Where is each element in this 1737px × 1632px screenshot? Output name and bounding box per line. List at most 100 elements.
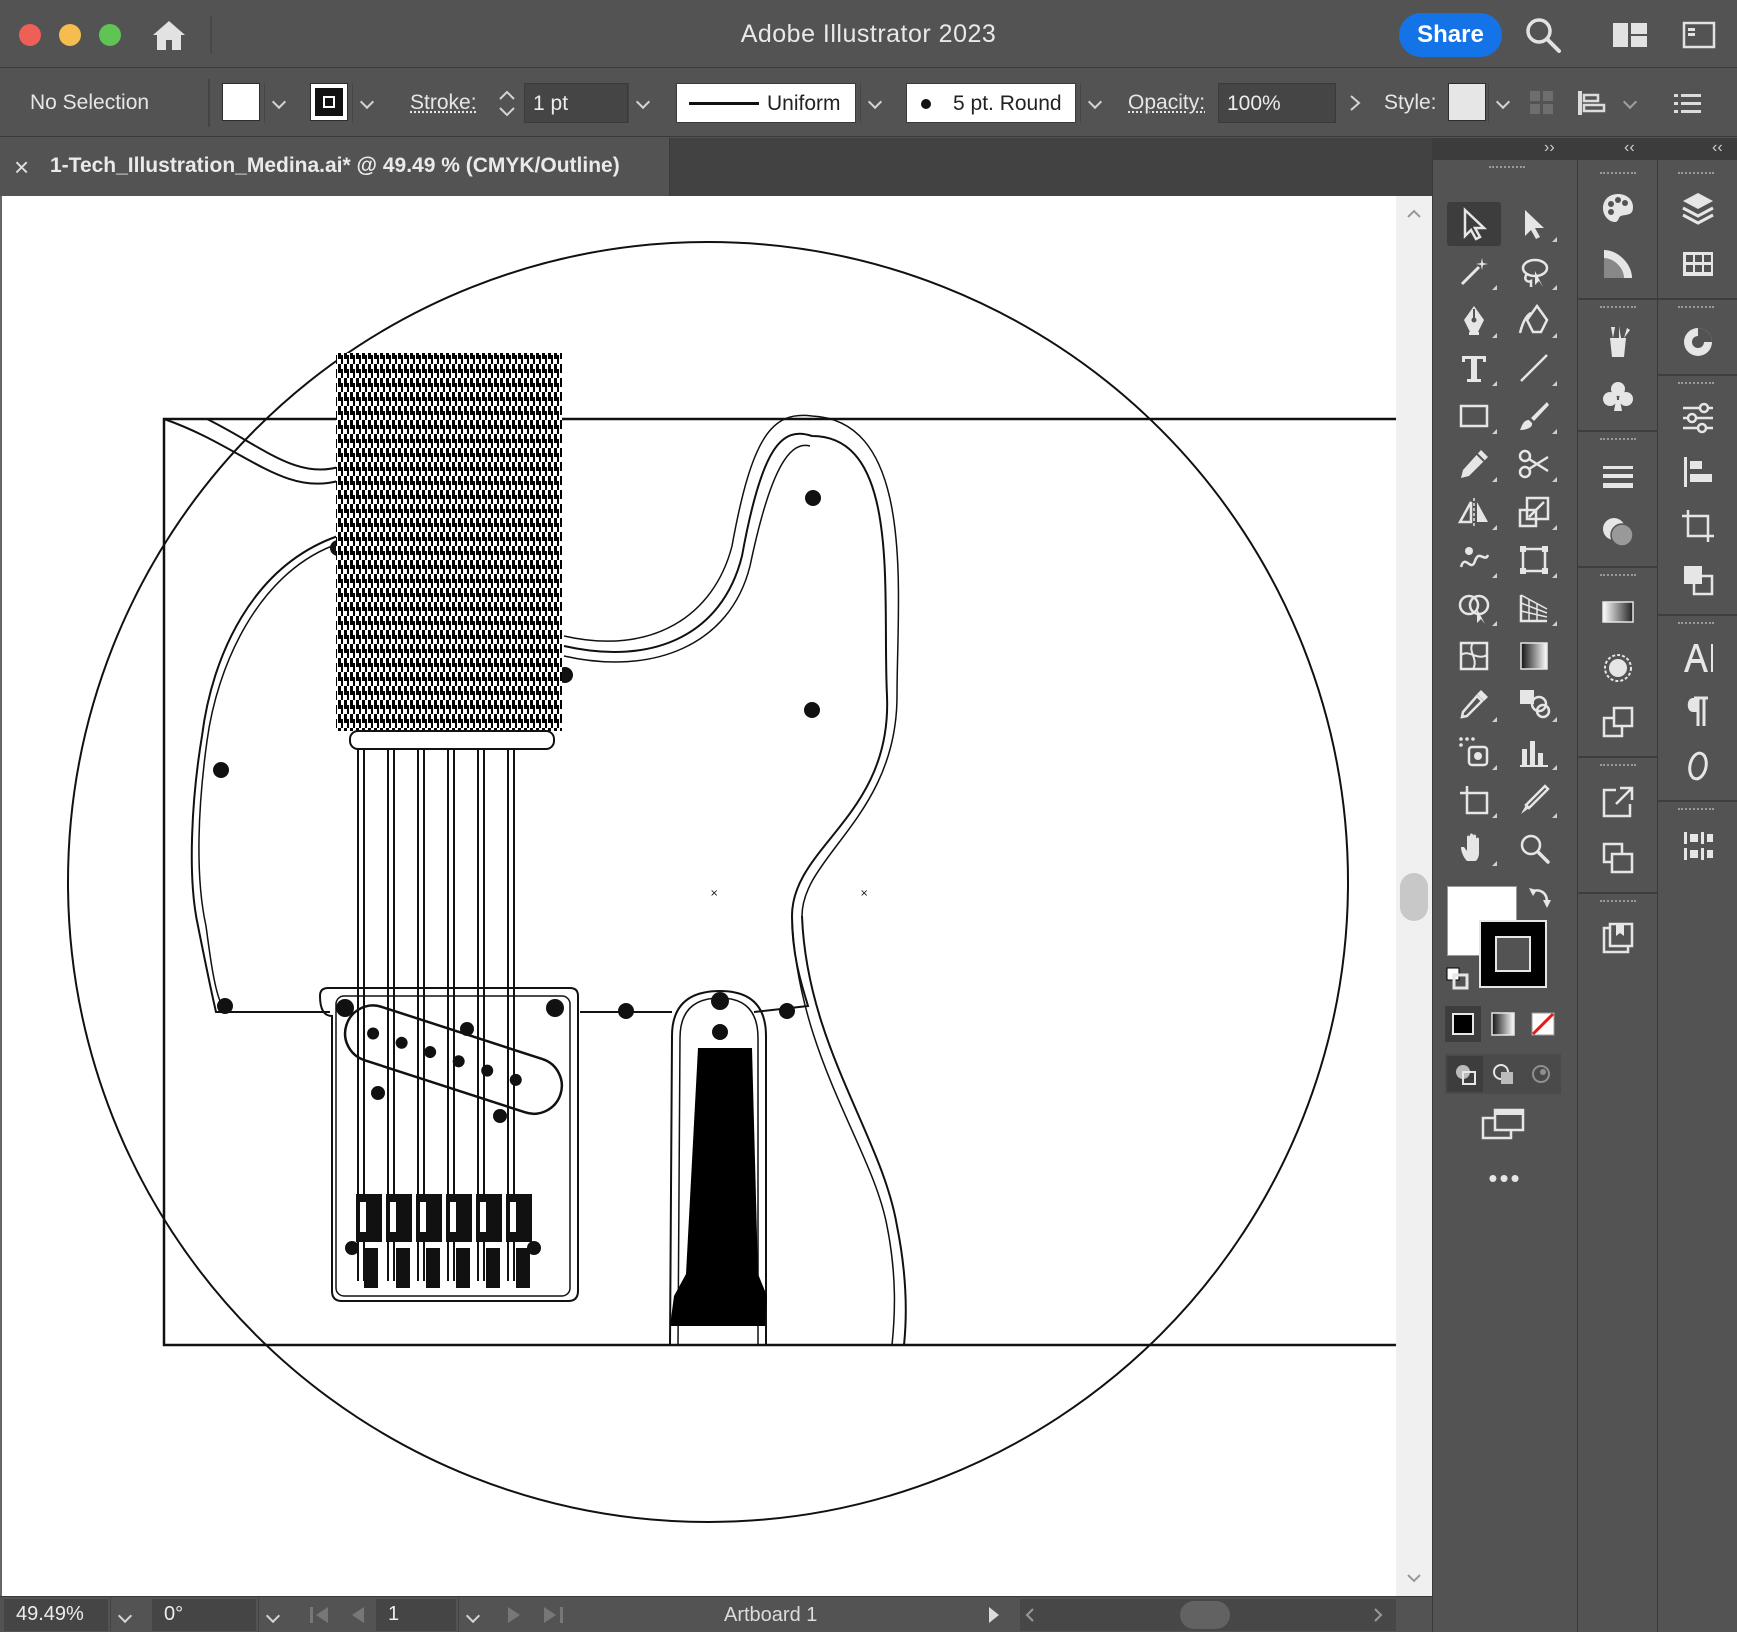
free-transform-tool-icon[interactable] — [1507, 538, 1561, 582]
brush-definition[interactable]: 5 pt. Round — [906, 83, 1076, 123]
draw-behind-icon[interactable] — [1485, 1056, 1521, 1092]
align-panel-icon[interactable] — [1676, 450, 1720, 494]
stroke-dropdown[interactable] — [352, 83, 382, 123]
style-dropdown[interactable] — [1488, 83, 1518, 123]
align-dropdown[interactable] — [1616, 83, 1646, 123]
graphic-style-swatch[interactable] — [1448, 83, 1486, 121]
draw-inside-icon[interactable] — [1523, 1056, 1559, 1092]
fill-dropdown[interactable] — [264, 83, 294, 123]
scissors-tool-icon[interactable] — [1507, 442, 1561, 486]
scroll-up-icon[interactable] — [1405, 208, 1423, 220]
stroke-weight-field[interactable]: 1 pt — [524, 83, 628, 123]
artboards-panel-icon[interactable] — [1596, 836, 1640, 880]
scroll-right-icon[interactable] — [1372, 1607, 1384, 1623]
blend-tool-icon[interactable] — [1507, 682, 1561, 726]
layers-panel-icon[interactable] — [1676, 186, 1720, 230]
pencil-tool-icon[interactable] — [1447, 442, 1501, 486]
direct-selection-tool-icon[interactable] — [1507, 202, 1561, 246]
rectangle-tool-icon[interactable] — [1447, 394, 1501, 438]
vertical-scrollbar[interactable] — [1396, 196, 1432, 1596]
zoom-tool-icon[interactable] — [1507, 826, 1561, 870]
collapse-dock1-icon[interactable]: ‹‹ — [1624, 139, 1635, 157]
gradient-mode-button[interactable] — [1485, 1006, 1521, 1042]
stroke-weight-dropdown[interactable] — [628, 83, 658, 123]
align-to-icon[interactable] — [1576, 87, 1610, 119]
vertical-scroll-thumb[interactable] — [1400, 873, 1428, 921]
status-menu-icon[interactable] — [986, 1605, 1002, 1625]
asset-export-panel-icon[interactable] — [1596, 700, 1640, 744]
zoom-dropdown[interactable] — [110, 1597, 140, 1631]
opacity-label[interactable]: Opacity: — [1128, 91, 1205, 115]
close-tab-icon[interactable]: × — [14, 152, 29, 183]
pathfinder-panel-icon[interactable] — [1676, 558, 1720, 602]
artboard-dropdown[interactable] — [458, 1597, 488, 1631]
shape-builder-tool-icon[interactable] — [1447, 586, 1501, 630]
recolor-icon[interactable] — [1528, 89, 1556, 117]
color-mode-button[interactable] — [1445, 1006, 1481, 1042]
next-last-artboard-icons[interactable] — [500, 1603, 570, 1627]
dock1-grip-5[interactable] — [1600, 764, 1636, 768]
artboard-canvas[interactable]: × × — [0, 196, 1396, 1596]
appearance-panel-icon[interactable] — [1596, 646, 1640, 690]
none-mode-button[interactable] — [1525, 1006, 1561, 1042]
export-panel-icon[interactable] — [1596, 780, 1640, 824]
dock2-grip[interactable] — [1678, 172, 1714, 176]
rotation-field[interactable]: 0° — [152, 1599, 256, 1631]
stroke-label[interactable]: Stroke: — [410, 91, 477, 115]
scroll-down-icon[interactable] — [1405, 1572, 1423, 1584]
horizontal-scroll-thumb[interactable] — [1180, 1601, 1230, 1629]
selection-tool-icon[interactable] — [1447, 202, 1501, 246]
brush-dropdown[interactable] — [1080, 83, 1110, 123]
magic-wand-tool-icon[interactable] — [1447, 250, 1501, 294]
gradient-tool-icon[interactable] — [1507, 634, 1561, 678]
first-previous-artboard-icons[interactable] — [306, 1603, 376, 1627]
dock2-grip-2[interactable] — [1678, 306, 1714, 310]
tools-grip[interactable] — [1489, 166, 1525, 170]
profile-dropdown[interactable] — [860, 83, 890, 123]
default-fill-stroke-icon[interactable] — [1445, 966, 1469, 990]
search-icon[interactable] — [1524, 16, 1562, 54]
dock1-grip[interactable] — [1600, 172, 1636, 176]
paintbrush-tool-icon[interactable] — [1507, 394, 1561, 438]
slice-tool-icon[interactable] — [1507, 778, 1561, 822]
swatches-panel-icon[interactable] — [1676, 242, 1720, 286]
rotation-dropdown[interactable] — [258, 1597, 288, 1631]
line-segment-tool-icon[interactable] — [1507, 346, 1561, 390]
arrange-documents-icon[interactable] — [1612, 20, 1648, 50]
draw-normal-icon[interactable] — [1447, 1056, 1483, 1092]
stroke-swatch[interactable] — [310, 83, 348, 121]
opacity-field[interactable]: 100% — [1218, 83, 1336, 123]
variable-width-profile[interactable]: Uniform — [676, 83, 856, 123]
scroll-left-icon[interactable] — [1024, 1607, 1036, 1623]
eyedropper-tool-icon[interactable] — [1447, 682, 1501, 726]
transparency-panel-icon[interactable] — [1596, 510, 1640, 554]
mesh-tool-icon[interactable] — [1447, 634, 1501, 678]
document-tab[interactable]: × 1-Tech_Illustration_Medina.ai* @ 49.49… — [0, 138, 670, 196]
panel-menu-icon[interactable] — [1672, 91, 1704, 117]
scale-tool-icon[interactable] — [1507, 490, 1561, 534]
artboard-number-field[interactable]: 1 — [376, 1599, 456, 1631]
workspace-panel-icon[interactable] — [1682, 20, 1716, 50]
zoom-field[interactable]: 49.49% — [4, 1599, 108, 1631]
gradient-panel-icon[interactable] — [1596, 590, 1640, 634]
type-tool-icon[interactable] — [1447, 346, 1501, 390]
character-panel-icon[interactable] — [1676, 636, 1720, 680]
lasso-tool-icon[interactable] — [1507, 250, 1561, 294]
properties-sliders-icon[interactable] — [1676, 396, 1720, 440]
dock2-grip-4[interactable] — [1678, 622, 1714, 626]
share-button[interactable]: Share — [1399, 13, 1502, 57]
hand-tool-icon[interactable] — [1447, 826, 1501, 870]
dock2-grip-5[interactable] — [1678, 808, 1714, 812]
curvature-tool-icon[interactable] — [1507, 298, 1561, 342]
dock1-grip-2[interactable] — [1600, 306, 1636, 310]
collapse-dock2-icon[interactable]: ‹‹ — [1712, 139, 1723, 157]
libraries-panel-icon[interactable] — [1596, 916, 1640, 960]
dock2-grip-3[interactable] — [1678, 382, 1714, 386]
color-panel-icon[interactable] — [1596, 186, 1640, 230]
stroke-panel-icon[interactable] — [1596, 454, 1640, 498]
perspective-grid-tool-icon[interactable] — [1507, 586, 1561, 630]
warp-tool-icon[interactable] — [1447, 538, 1501, 582]
properties-panel-icon[interactable] — [1676, 320, 1720, 364]
opacity-expand-icon[interactable] — [1340, 83, 1370, 123]
symbols-panel-icon[interactable] — [1596, 374, 1640, 418]
